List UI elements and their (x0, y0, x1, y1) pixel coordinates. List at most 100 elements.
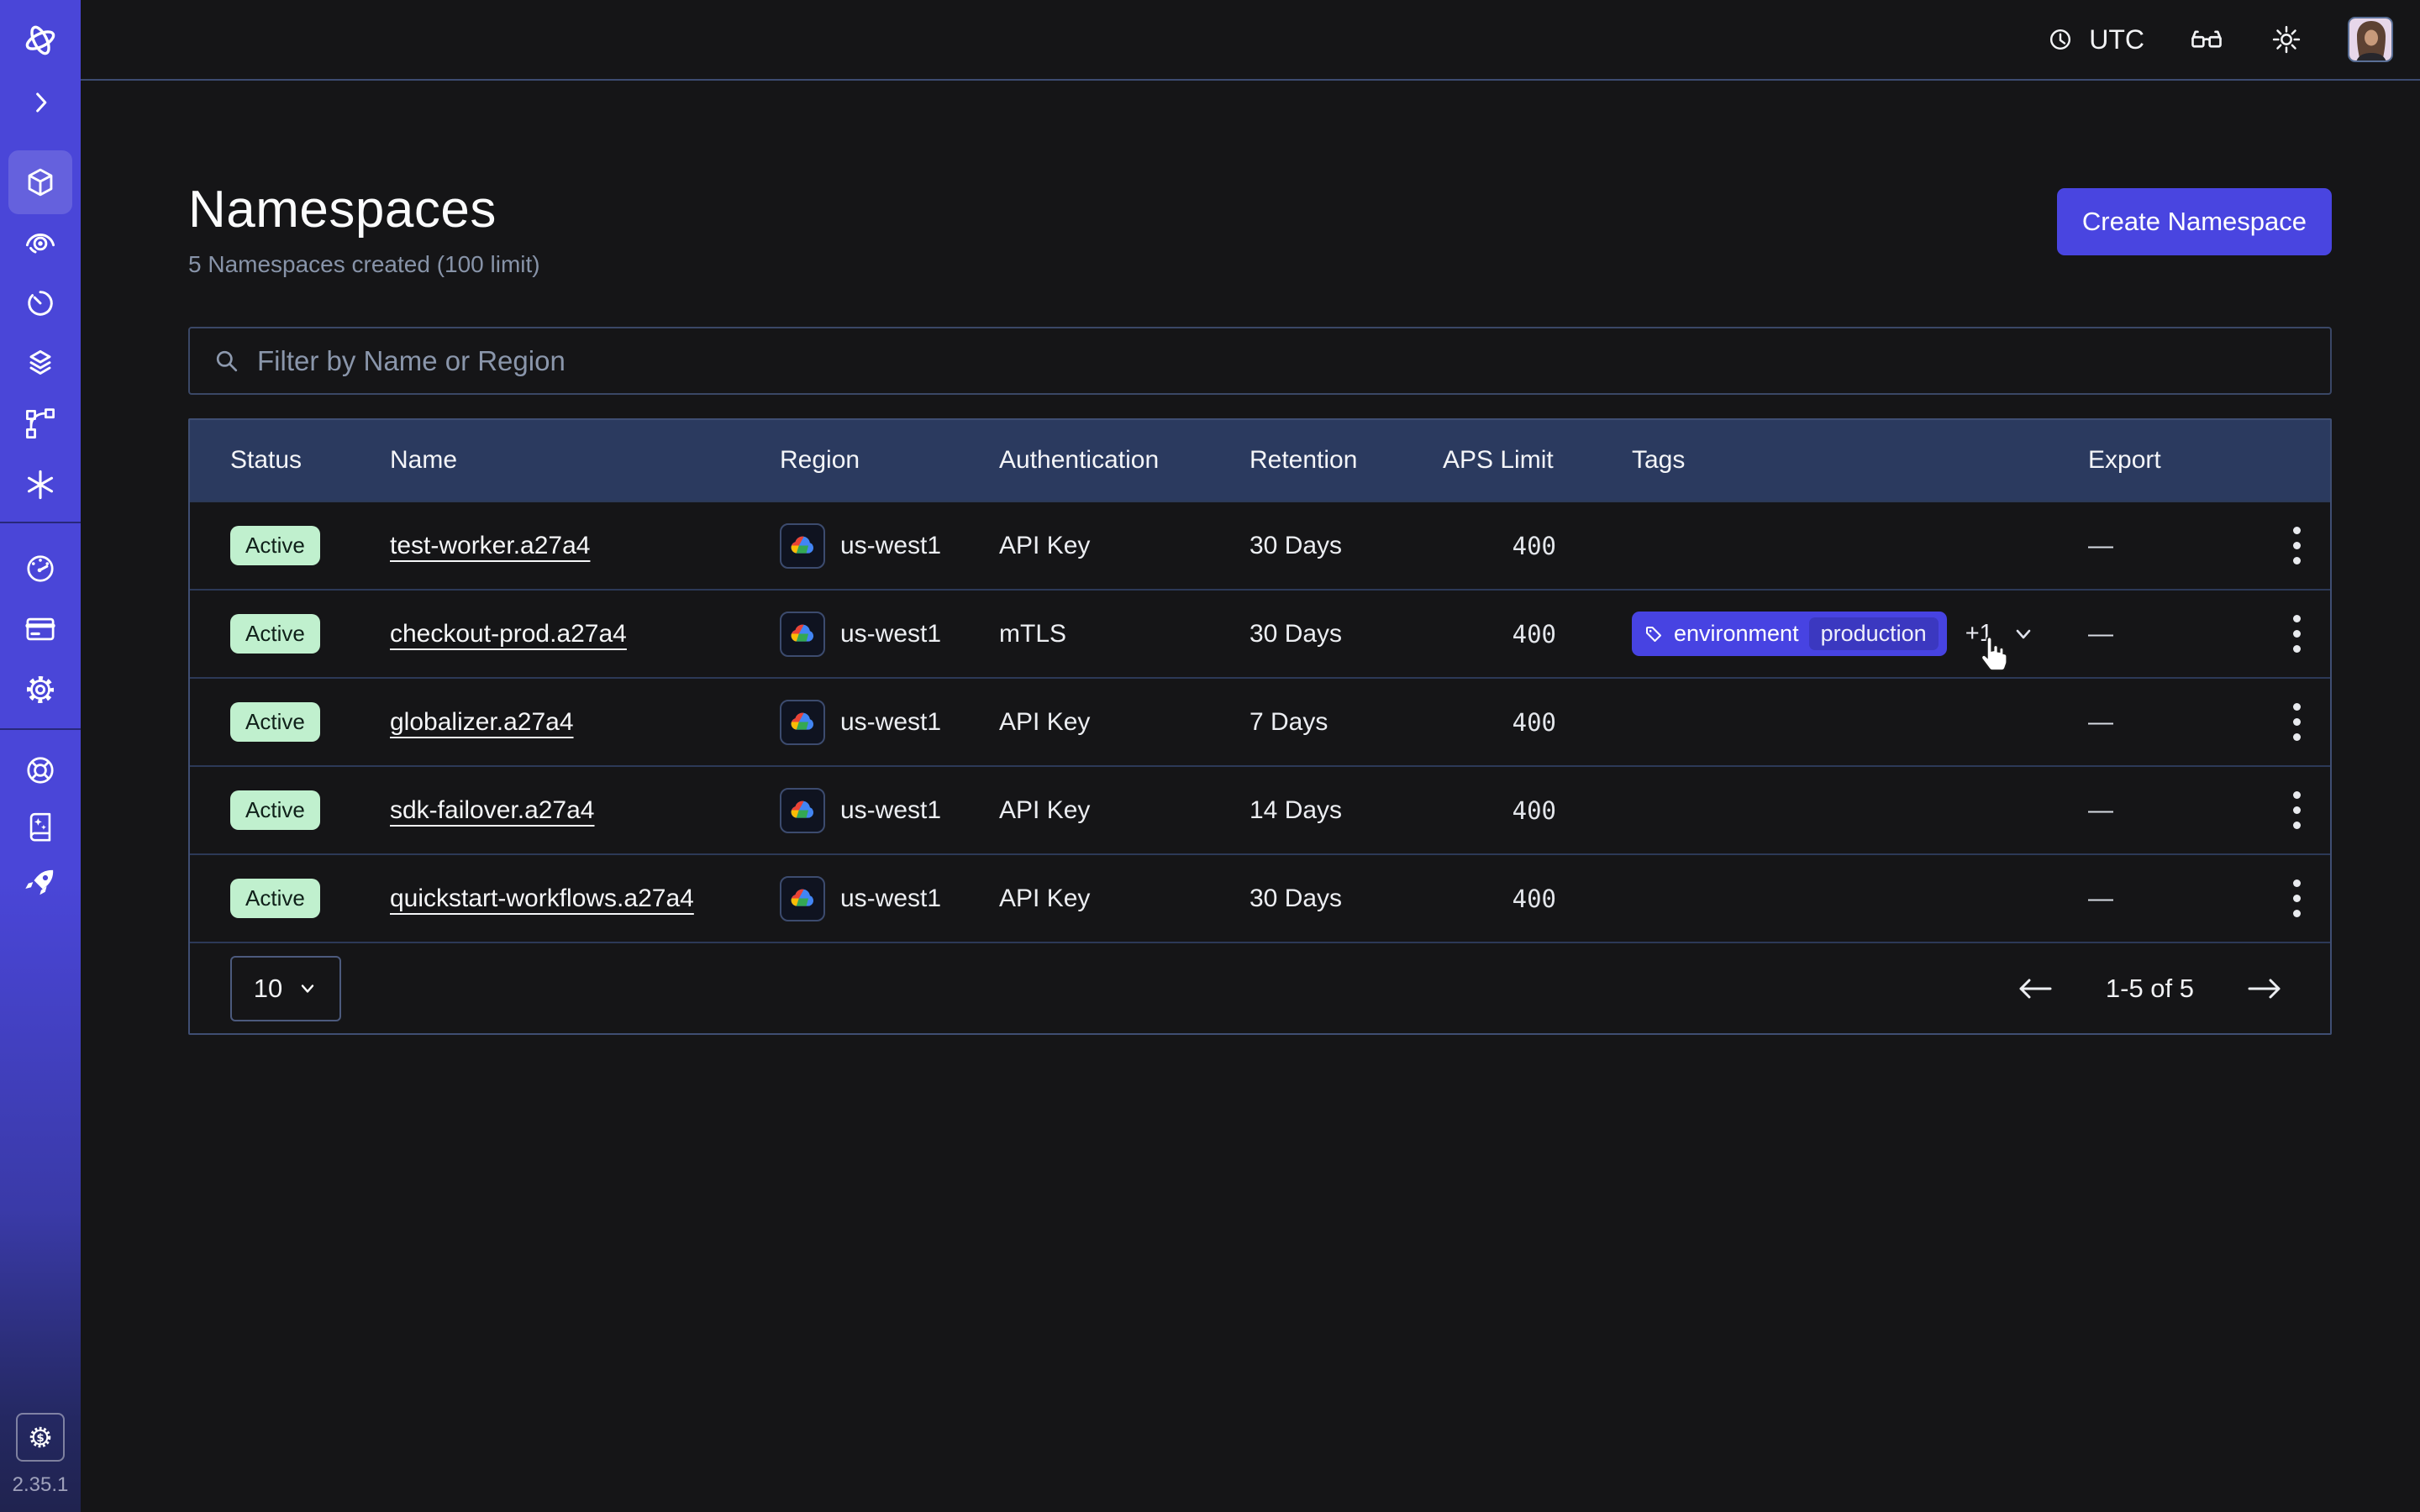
pricing-button[interactable]: $ (16, 1413, 65, 1462)
filter-input[interactable] (257, 345, 2308, 377)
sidebar-item-usage[interactable] (0, 538, 81, 599)
book-sparkle-icon (23, 809, 58, 844)
page-header: Namespaces 5 Namespaces created (100 lim… (188, 180, 2332, 278)
sidebar-item-nexus[interactable] (0, 454, 81, 515)
cube-icon (21, 163, 60, 202)
page-range-label: 1-5 of 5 (2106, 974, 2194, 1004)
row-menu-button[interactable] (2259, 703, 2334, 741)
sidebar-item-billing[interactable] (0, 599, 81, 659)
table-header-row: Status Name Region Authentication Retent… (190, 420, 2330, 501)
previous-page-arrow-icon[interactable] (2017, 975, 2054, 1002)
next-page-arrow-icon[interactable] (2246, 975, 2283, 1002)
status-badge: Active (230, 526, 320, 565)
col-header-retention: Retention (1249, 446, 1443, 475)
retention-value: 7 Days (1249, 708, 1443, 737)
aps-limit-value: 400 (1443, 532, 1632, 560)
sun-icon (2269, 22, 2304, 57)
timezone-selector[interactable]: UTC (2044, 23, 2144, 56)
tags-cell: environment production +1 (1632, 612, 2088, 656)
chevron-down-icon[interactable] (2012, 622, 2035, 646)
namespace-link[interactable]: test-worker.a27a4 (390, 532, 590, 559)
table-row: Active test-worker.a27a4 us-west1 API Ke… (190, 501, 2330, 589)
auth-method: API Key (999, 532, 1249, 560)
sidebar-item-deployments[interactable] (0, 333, 81, 394)
dollar-badge-icon: $ (24, 1421, 56, 1453)
gauge-icon (22, 550, 59, 587)
region-label: us-west1 (840, 532, 941, 560)
create-namespace-button[interactable]: Create Namespace (2057, 188, 2332, 255)
sidebar-item-batch-operations[interactable] (0, 394, 81, 454)
aps-limit-value: 400 (1443, 620, 1632, 648)
row-menu-button[interactable] (2259, 879, 2334, 917)
page-size-value: 10 (254, 974, 282, 1004)
col-header-region: Region (780, 446, 999, 475)
gcp-region-icon (780, 612, 825, 657)
namespace-link[interactable]: checkout-prod.a27a4 (390, 620, 627, 648)
sidebar-item-namespaces[interactable] (8, 150, 72, 214)
credit-card-icon (22, 611, 59, 648)
region-label: us-west1 (840, 620, 941, 648)
auth-method: API Key (999, 796, 1249, 825)
export-value: — (2088, 796, 2259, 825)
status-badge: Active (230, 614, 320, 654)
auth-method: API Key (999, 708, 1249, 737)
row-menu-button[interactable] (2259, 527, 2334, 564)
row-menu-button[interactable] (2259, 615, 2334, 653)
export-value: — (2088, 885, 2259, 913)
sidebar-item-support[interactable] (0, 740, 81, 801)
tag-icon (1644, 624, 1664, 644)
aps-limit-value: 400 (1443, 885, 1632, 913)
user-avatar[interactable] (2348, 17, 2393, 62)
sidebar-item-monitor[interactable] (0, 213, 81, 273)
status-badge: Active (230, 879, 320, 918)
sidebar-item-get-started[interactable] (0, 853, 81, 913)
app-version: 2.35.1 (0, 1473, 81, 1497)
tag-pill[interactable]: environment production (1632, 612, 1947, 656)
tag-overflow-count: +1 (1965, 620, 1993, 648)
gcp-region-icon (780, 523, 825, 569)
retention-value: 30 Days (1249, 620, 1443, 648)
table-row: Active globalizer.a27a4 us-west1 API Key… (190, 677, 2330, 765)
pagination: 1-5 of 5 (2017, 974, 2283, 1004)
namespaces-table: Status Name Region Authentication Retent… (188, 418, 2332, 1035)
table-row: Active sdk-failover.a27a4 us-west1 API K… (190, 765, 2330, 853)
auth-method: mTLS (999, 620, 1249, 648)
table-row: Active quickstart-workflows.a27a4 us-wes… (190, 853, 2330, 942)
col-header-status: Status (230, 446, 390, 475)
namespace-link[interactable]: quickstart-workflows.a27a4 (390, 885, 694, 912)
region-label: us-west1 (840, 708, 941, 737)
export-value: — (2088, 708, 2259, 737)
table-row: Active checkout-prod.a27a4 us-west1 mTLS… (190, 589, 2330, 677)
timezone-label: UTC (2089, 24, 2144, 55)
sidebar-item-docs[interactable] (0, 796, 81, 857)
region-label: us-west1 (840, 885, 941, 913)
chevron-down-icon (297, 979, 318, 999)
gcp-region-icon (780, 788, 825, 833)
gear-icon (22, 671, 59, 708)
sidebar: $ 2.35.1 (0, 0, 81, 1512)
filter-bar (188, 327, 2332, 395)
row-menu-button[interactable] (2259, 791, 2334, 829)
sidebar-divider (0, 728, 81, 730)
gcp-region-icon (780, 876, 825, 921)
life-ring-icon (22, 752, 59, 789)
reader-mode-button[interactable] (2188, 21, 2225, 58)
col-header-aps-limit: APS Limit (1443, 446, 1632, 475)
theme-toggle-button[interactable] (2269, 22, 2304, 57)
clock-icon (2044, 23, 2077, 56)
temporal-logo-icon[interactable] (0, 17, 81, 64)
namespace-link[interactable]: sdk-failover.a27a4 (390, 796, 595, 824)
eye-spiral-icon (22, 224, 59, 261)
layers-icon (22, 345, 59, 382)
sidebar-item-schedules[interactable] (0, 273, 81, 333)
svg-text:$: $ (36, 1432, 44, 1445)
sidebar-item-settings[interactable] (0, 659, 81, 720)
retention-value: 30 Days (1249, 532, 1443, 560)
namespace-link[interactable]: globalizer.a27a4 (390, 708, 574, 736)
status-badge: Active (230, 790, 320, 830)
search-icon (212, 346, 242, 376)
namespace-count-subtitle: 5 Namespaces created (100 limit) (188, 251, 540, 278)
branch-icon (22, 406, 59, 443)
sidebar-expand-chevron-icon[interactable] (0, 79, 81, 126)
page-size-select[interactable]: 10 (230, 956, 341, 1021)
